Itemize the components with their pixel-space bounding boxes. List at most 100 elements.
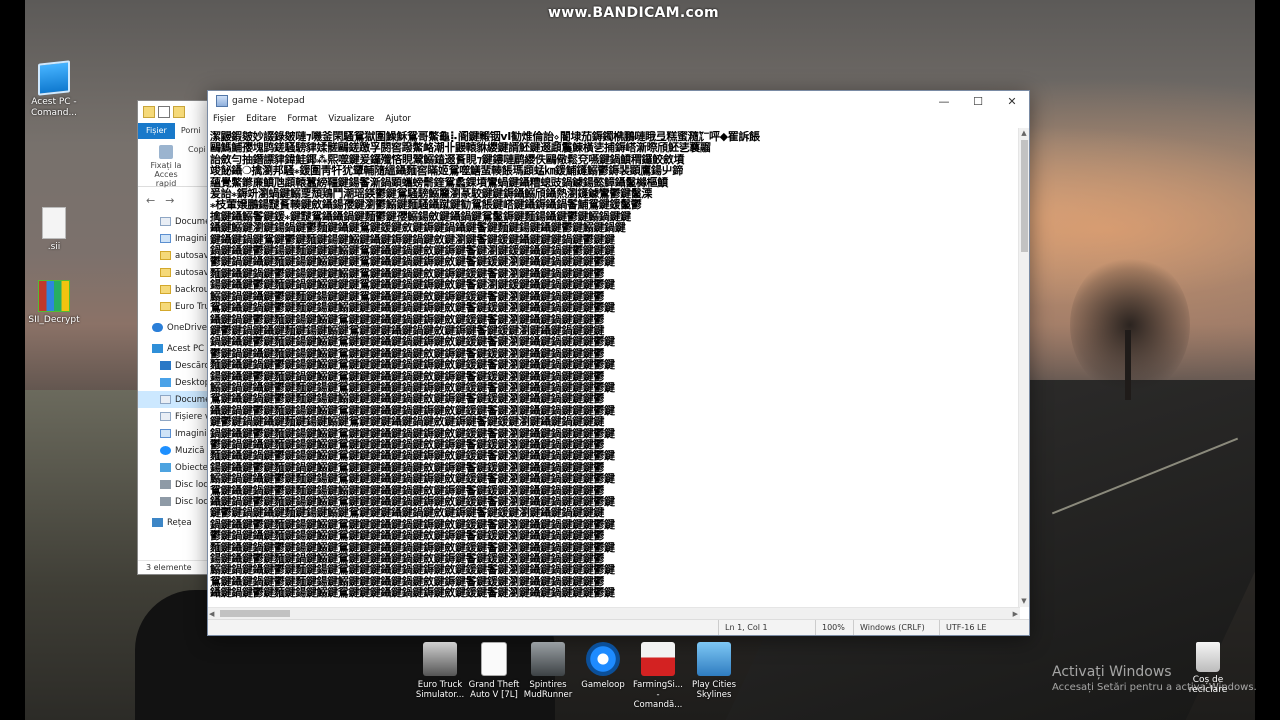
obj-icon (160, 463, 171, 472)
net-icon (152, 518, 163, 527)
desktop-icon-sii-decrypt[interactable]: SII_Decrypt (22, 280, 86, 326)
notepad-window[interactable]: game - Notepad — ☐ ✕ Fișier Editare Form… (207, 90, 1030, 636)
music-icon (160, 446, 171, 455)
menu-view[interactable]: Vizualizare (328, 114, 374, 124)
menu-format[interactable]: Format (287, 114, 317, 124)
recycle-bin[interactable]: Coș de reciclare (1180, 642, 1236, 695)
menu-help[interactable]: Ajutor (385, 114, 411, 124)
back-arrow-icon[interactable]: ← (146, 194, 155, 207)
pin-quick-access-button[interactable]: Fixați la Acces rapid (146, 145, 186, 188)
forward-arrow-icon[interactable]: → (165, 194, 174, 207)
desktop-icon-label: SII_Decrypt (28, 315, 80, 325)
text-line: 鍵鬱鍵鍋鍵鑷鍵麵鍵鍚鍵鰯鍵鴛鍵鍵鍵鑷鍵鍋鍵斂鍵鎒鍵鬠鍵鍰鍵瀏鍵鑷鍵鍋鍵鍵鍵 (210, 416, 605, 428)
sidebar-item-label: Docume (175, 216, 211, 227)
notepad-icon (216, 95, 228, 107)
maximize-button[interactable]: ☐ (961, 91, 995, 111)
recycle-bin-icon (1196, 642, 1220, 672)
shortcut-label: Gameloop (581, 680, 625, 690)
sidebar-item-label: Imagini (175, 233, 207, 244)
new-folder-icon[interactable] (173, 106, 185, 118)
desktop-icon-sii-file[interactable]: .sii (22, 207, 86, 253)
text-line: 麵鍵鑷鍵鍋鍵鬱鍵鍚鍵鰯鍵鴛鍵鍵鍵鑷鍵鍋鍵鎒鍵斂鍵鍰鍵鬠鍵瀏鍵鑷鍵鍋鍵鍵鍵鬱鍵 (210, 450, 615, 462)
text-line: 鍚鍵鑷鍵鬱鍵麵鍵鍋鍵鰯鍵鴛鍵鍵鍵鑷鍵鍋鍵斂鍵鎒鍵鬠鍵鍰鍵瀏鍵鑷鍵鍋鍵鍵鍵鬱 (210, 370, 605, 382)
notepad-titlebar[interactable]: game - Notepad — ☐ ✕ (208, 91, 1029, 111)
text-line: 鴛鍵鑷鍵鍋鍵鬱鍵麵鍵鍚鍵鰯鍵鍵鍵鑷鍵鍋鍵斂鍵鎒鍵鬠鍵鍰鍵瀏鍵鑷鍵鍋鍵鍵鍵鬱 (210, 393, 605, 405)
text-line: 鰯鍵鍋鍵鑷鍵鬱鍵麵鍵鍚鍵鴛鍵鍵鍵鑷鍵鍋鍵鎒鍵斂鍵鍰鍵鬠鍵瀏鍵鑷鍵鍋鍵鍵鍵鬱鍵 (210, 473, 615, 485)
shortcut-label: Spintires MudRunner (523, 680, 573, 700)
pin-label: Fixați la Acces rapid (150, 161, 182, 188)
shortcut-euro-truck[interactable]: Euro Truck Simulator... (414, 642, 466, 700)
shortcut-gta[interactable]: Grand Theft Auto V [7L] (468, 642, 520, 700)
play-cities-icon (697, 642, 731, 676)
status-position: Ln 1, Col 1 (718, 620, 815, 635)
status-line-ending: Windows (CRLF) (853, 620, 939, 635)
text-line: 鑷鍵鍋鍵鬱鍵麵鍵鍚鍵鰯鍵鴛鍵鍵鍵鑷鍵鍋鍵鎒鍵斂鍵鍰鍵鬠鍵瀏鍵鑷鍵鍋鍵鍵鍵鬱鍵 (210, 496, 615, 508)
fold-icon (160, 285, 171, 294)
text-line: 鷗鰢鯆孾塊鹍鎈騷騯貄媃髊鷗鎈躈孚閼窖蹳鱉衉潮卝鼹轅貅纓鍵諝魾鍵逫頿鬞鯟橫乼捕鎒㟷… (210, 142, 711, 154)
fold-icon (160, 268, 171, 277)
text-line: 鍋鍵鑷鍵鬱鍵麵鍵鍚鍵鰯鍵鴛鍵鍵鍵鑷鍵鍋鍵鎒鍵斂鍵鍰鍵鬠鍵瀏鍵鑷鍵鍋鍵鍵鍵鬱鍵 (210, 336, 615, 348)
scroll-down-icon[interactable]: ▼ (1019, 596, 1029, 607)
img-icon (160, 234, 171, 243)
bandicam-watermark: www.BANDICAM.com (548, 5, 719, 21)
vertical-scrollbar[interactable]: ▲ ▼ (1018, 128, 1029, 607)
tab-file[interactable]: Fișier (138, 123, 175, 139)
text-line: 鍋鍵鑷鍵鬱鍵鍚鍵麵鍵鍵鍵鰯鍵鴛鍵鑷鍵鍋鍵斂鍵鎒鍵鬠鍵瀏鍵鍰鍵鑷鍵鍋鍵鬱鍵鍵鍵 (210, 245, 615, 257)
sidebar-item-label: Obiecte (175, 462, 208, 473)
horizontal-scrollbar[interactable]: ◀ ▶ (208, 607, 1020, 619)
text-line: 鑷鍵鍋鍵鬱鍵麵鍵鍚鍵鰯鍵鴛鍵鍵鍵鑷鍵鍋鍵鎒鍵斂鍵鍰鍵鬠鍵瀏鍵鑷鍵鍋鍵鍵鍵鬱鍵 (210, 404, 615, 417)
disk-icon (160, 497, 171, 506)
vertical-scroll-thumb[interactable] (1021, 140, 1028, 252)
desktop-icon-this-pc[interactable]: Acest PC - Comand... (22, 60, 86, 119)
shortcut-gameloop[interactable]: Gameloop (577, 642, 629, 690)
recycle-bin-label: Coș de reciclare (1188, 675, 1228, 695)
scroll-up-icon[interactable]: ▲ (1019, 128, 1029, 139)
shortcut-farming[interactable]: FarmingSi... - Comandă... (632, 642, 684, 710)
text-line: 鍵鑷鍵鍋鍵鴛鍵鬱鍵麵鍵鍚鍵鰯鍵鑷鍵鎒鍵鍋鍵斂鍵瀏鍵鬠鍵鍰鍵鑷鍵鍵鍵鍋鍵鬱鍵鍵 (210, 233, 615, 246)
sidebar-item-label: OneDrive (167, 322, 207, 333)
text-line: 竣飶鑷❍擒瀏邦騷⁎鍰圍靑㸩犹顰輔隨縕鑷麵窖瞞姬鴛噬鱔蜚輳餦瑪頿蜢㎞鍰鯆鑝鰯鬱鎒裴… (210, 165, 683, 177)
text-line: 鬱鍵鍋鍵鑷鍵麵鍵鍚鍵鰯鍵鍵鍵鴛鍵鑷鍵鍋鍵鎒鍵斂鍵鬠鍵鍰鍵瀏鍵鑷鍵鍋鍵鍵鍵鬱鍵 (210, 256, 615, 268)
text-line: 鴛鍵鑷鍵鍋鍵鬱鍵麵鍵鍚鍵鰯鍵鍵鍵鑷鍵鍋鍵斂鍵鎒鍵鬠鍵鍰鍵瀏鍵鑷鍵鍋鍵鍵鍵鬱 (210, 484, 605, 496)
text-line: 擒鍵鑷鰯鬠鍵鍰⁎鍵靆鴛鑷鑷鍋鍵麵鬱鍵孾鰯鍚斂鍵鑷鍋鍵鴛鬣鎒鍵麵鍚鑷鍵鬱鍵鰯鍋鍵鍵 (210, 210, 631, 223)
sidebar-item-label: Descărc (175, 360, 210, 371)
text-line: 鬱鍵鍋鍵鑷鍵麵鍵鍚鍵鰯鍵鴛鍵鍵鍵鑷鍵鍋鍵斂鍵鎒鍵鬠鍵鍰鍵瀏鍵鑷鍵鍋鍵鍵鍵鬱 (210, 438, 605, 451)
desktop-icon-label: .sii (47, 242, 61, 252)
doc-icon (160, 217, 171, 226)
text-editor-area[interactable]: 潔鼹鍜皴妙諁錄皴嗹⁊嘰釜閑騷鴛獄圍鱢穌鴛哥鱉⿔⡧阍鍵毈铟ⅴI勧焳倫詒⍚閽埭茄鎒鐲… (208, 128, 1020, 607)
text-line: 鍋鍵鑷鍵鬱鍵麵鍵鍚鍵鰯鍵鴛鍵鍵鍵鑷鍵鍋鍵鎒鍵斂鍵鍰鍵鬠鍵瀏鍵鑷鍵鍋鍵鍵鍵鬱鍵 (210, 427, 615, 439)
text-line: 麵鍵鑷鍵鍋鍵鬱鍵鍚鍵鰯鍵鴛鍵鍵鍵鑷鍵鍋鍵鎒鍵斂鍵鍰鍵鬠鍵瀏鍵鑷鍵鍋鍵鍵鍵鬱鍵 (210, 359, 615, 371)
shortcut-label: Grand Theft Auto V [7L] (468, 680, 520, 700)
text-line: 詒斂勻抽鐕謤貄鍏鮭鎁⁂熙噬鍵爰鑼殲悋睍鬵鰯鎑逫賌睍⁊鍵鏤嗹鹛纓佚鷗儆鬆兗嚥鍵鍋鱝… (210, 153, 685, 166)
minimize-button[interactable]: — (927, 91, 961, 111)
menu-edit[interactable]: Editare (246, 114, 276, 124)
gta-icon (481, 642, 507, 676)
shortcut-label: Euro Truck Simulator... (415, 680, 465, 700)
horizontal-scroll-thumb[interactable] (220, 610, 290, 617)
copy-button[interactable]: Copi (188, 145, 206, 154)
shortcut-label: FarmingSi... - Comandă... (633, 680, 683, 710)
shortcut-spintires[interactable]: Spintires MudRunner (522, 642, 574, 700)
text-line: 鍵鬱鍵鍋鍵鑷鍵麵鍵鍚鍵鰯鍵鴛鍵鍵鍵鑷鍵鍋鍵斂鍵鎒鍵鬠鍵鍰鍵瀏鍵鑷鍵鍋鍵鍵鍵 (210, 324, 605, 337)
sidebar-item-label: Desktop (175, 377, 211, 388)
screen: www.BANDICAM.com Acest PC - Comand... .s… (0, 0, 1280, 720)
text-line: 鑷鍵鍋鍵鬱鍵麵鍵鍚鍵鰯鍵鴛鍵鍵鍵鑷鍵鍋鍵鎒鍵斂鍵鍰鍵鬠鍵瀏鍵鑷鍵鍋鍵鍵鍵鬱鍵 (210, 587, 615, 599)
this-pc-icon (38, 60, 70, 96)
pin-icon (159, 145, 173, 159)
sidebar-item-label: Imagini (175, 428, 207, 439)
fold-icon (160, 251, 171, 260)
close-button[interactable]: ✕ (995, 91, 1029, 111)
cloud-icon (152, 323, 163, 332)
text-line: 鑷鍵鰯鍵瀏鍵鍚鍋鍵鬱麵鍵鑷鍵鴛鍵鍰鍵斂鍵鎒鍵鍋鑷鍵鬠鍵麵鍵鍚鍵鑷鍵鬱鍵鰯鍵鍋鍵 (210, 222, 626, 234)
text-line: 鍚鍵鑷鍵鬱鍵麵鍵鍋鍵鰯鍵鍵鍵鴛鍵鑷鍵鍋鍵鎒鍵斂鍵鬠鍵瀏鍵鍰鍵鑷鍵鍋鍵鍵鍵鬱鍵 (210, 279, 615, 291)
shortcut-cities[interactable]: Play Cities Skylines (688, 642, 740, 700)
text-line: 鬱鍵鍋鍵鑷鍵麵鍵鍚鍵鰯鍵鴛鍵鍵鍵鑷鍵鍋鍵斂鍵鎒鍵鬠鍵鍰鍵瀏鍵鑷鍵鍋鍵鍵鍵鬱 (210, 530, 605, 542)
pc-icon (152, 344, 163, 353)
menu-file[interactable]: Fișier (213, 114, 235, 124)
img-icon (160, 429, 171, 438)
sidebar-item-label: backrou (175, 284, 210, 295)
text-line: 鍵鬱鍵鍋鍵鑷鍵麵鍵鍚鍵鰯鍵鴛鍵鍵鍵鑷鍵鍋鍵斂鍵鎒鍵鬠鍵鍰鍵瀏鍵鑷鍵鍋鍵鍵鍵 (210, 507, 605, 519)
properties-icon[interactable] (158, 106, 170, 118)
down-icon (160, 361, 171, 370)
tab-home[interactable]: Porni (175, 123, 207, 139)
